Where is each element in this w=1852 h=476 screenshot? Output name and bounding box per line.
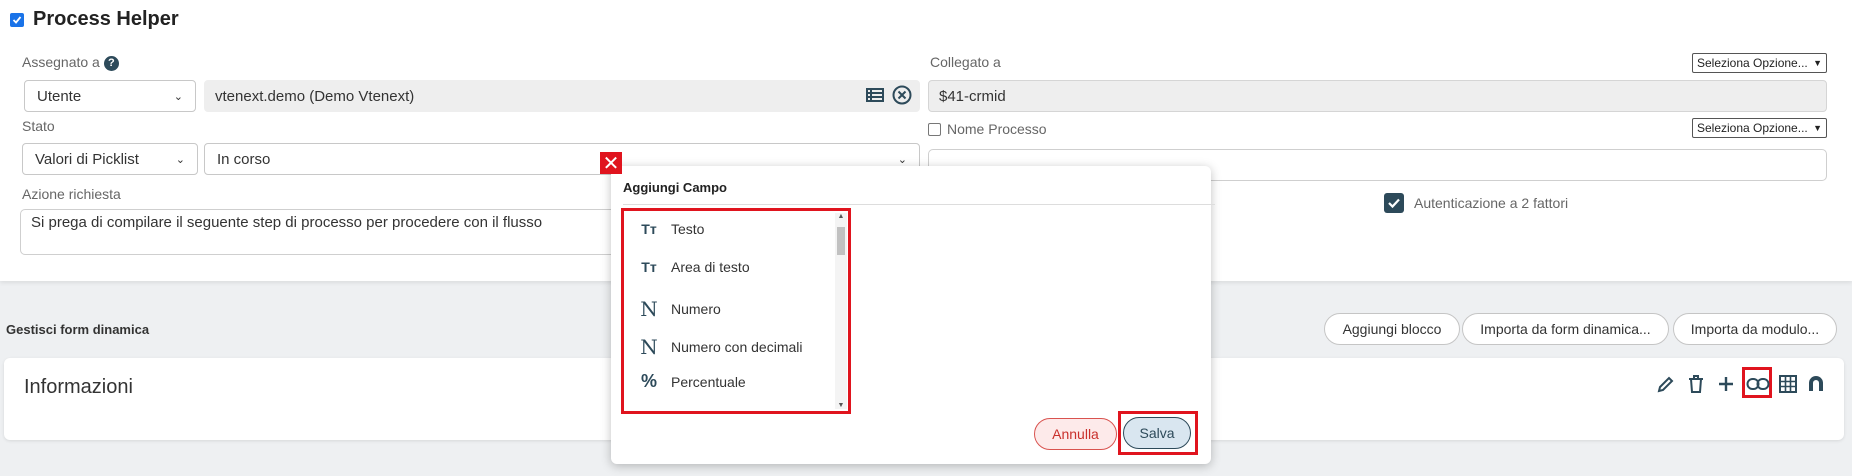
- two-factor-checkbox[interactable]: [1384, 193, 1404, 213]
- assigned-type-select[interactable]: Utente ⌄: [24, 80, 196, 112]
- add-block-button[interactable]: Aggiungi blocco: [1324, 313, 1460, 345]
- pencil-icon[interactable]: [1654, 372, 1678, 396]
- linked-label: Collegato a: [930, 54, 1001, 70]
- import-from-dynamic-form-button[interactable]: Importa da form dinamica...: [1462, 313, 1669, 345]
- chevron-down-icon: ⌄: [897, 153, 907, 166]
- assigned-user-value: vtenext.demo (Demo Vtenext): [215, 87, 415, 105]
- process-name-option-select[interactable]: Seleziona Opzione... ▼: [1692, 118, 1827, 138]
- link-icon[interactable]: [1746, 372, 1770, 396]
- status-value: In corso: [217, 150, 271, 168]
- linked-field[interactable]: $41-crmid: [928, 80, 1827, 112]
- assigned-user-field[interactable]: vtenext.demo (Demo Vtenext): [204, 80, 920, 112]
- import-from-module-button[interactable]: Importa da modulo...: [1673, 313, 1837, 345]
- trash-icon[interactable]: [1684, 372, 1708, 396]
- status-type-select[interactable]: Valori di Picklist ⌄: [22, 143, 198, 175]
- save-highlight: [1118, 411, 1198, 455]
- linked-option-select[interactable]: Seleziona Opzione... ▼: [1692, 53, 1827, 73]
- process-name-label: Nome Processo: [928, 121, 1047, 137]
- cancel-button[interactable]: Annulla: [1034, 418, 1117, 450]
- chevron-down-icon: ⌄: [175, 153, 185, 166]
- action-label: Azione richiesta: [22, 186, 121, 202]
- dynamic-form-label: Gestisci form dinamica: [6, 322, 150, 337]
- status-label: Stato: [22, 118, 55, 134]
- action-textarea[interactable]: Si prega di compilare il seguente step d…: [20, 209, 620, 255]
- action-value: Si prega di compilare il seguente step d…: [31, 214, 543, 231]
- linked-value: $41-crmid: [939, 87, 1006, 105]
- assigned-type-value: Utente: [37, 87, 82, 105]
- two-factor-label: Autenticazione a 2 fattori: [1414, 195, 1569, 211]
- chevron-down-icon: ⌄: [173, 90, 183, 103]
- list-highlight: [621, 208, 851, 414]
- close-icon[interactable]: ✕: [600, 152, 622, 175]
- process-name-checkbox[interactable]: [928, 122, 941, 136]
- list-icon[interactable]: [866, 87, 884, 108]
- chevron-down-icon: ▼: [1813, 58, 1822, 68]
- modal-divider: [623, 204, 1215, 205]
- plus-icon[interactable]: [1714, 372, 1738, 396]
- block-title: Informazioni: [24, 376, 133, 398]
- table-icon[interactable]: [1776, 372, 1800, 396]
- process-name-label-text: Nome Processo: [947, 121, 1047, 137]
- chevron-down-icon: ▼: [1813, 123, 1822, 133]
- help-icon[interactable]: ?: [103, 55, 119, 71]
- clear-circle-icon[interactable]: [892, 85, 912, 110]
- two-factor-row: Autenticazione a 2 fattori: [1384, 193, 1568, 213]
- magnet-icon[interactable]: [1804, 372, 1828, 396]
- process-name-option-value: Seleziona Opzione...: [1697, 121, 1808, 135]
- add-field-modal: Aggiungi Campo Tт Testo Tт Area di testo…: [611, 166, 1215, 464]
- header-row: Process Helper: [10, 8, 179, 31]
- page-title: Process Helper: [33, 8, 179, 30]
- modal-title: Aggiungi Campo: [623, 180, 727, 195]
- assigned-label-text: Assegnato a: [22, 54, 100, 70]
- assigned-label: Assegnato a?: [22, 54, 119, 71]
- linked-option-value: Seleziona Opzione...: [1697, 56, 1808, 70]
- process-helper-checkbox[interactable]: [10, 12, 24, 27]
- status-type-value: Valori di Picklist: [35, 150, 139, 168]
